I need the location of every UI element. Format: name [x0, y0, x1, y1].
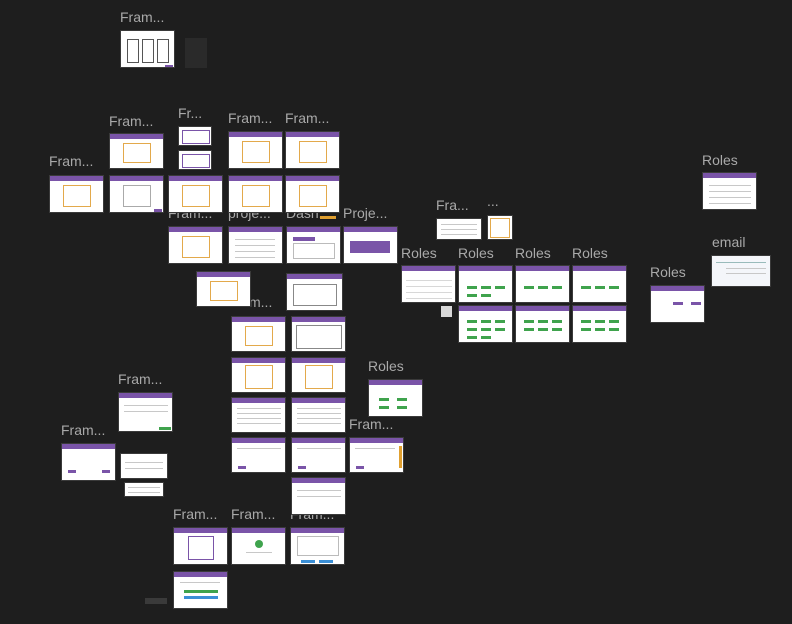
- frame-label[interactable]: Roles: [702, 152, 738, 168]
- frame-thumbnail[interactable]: [702, 172, 757, 210]
- frame-thumbnail[interactable]: [349, 437, 404, 473]
- frame-thumbnail[interactable]: [228, 131, 283, 169]
- frame-thumbnail[interactable]: [291, 357, 346, 393]
- frame-thumbnail[interactable]: [515, 265, 570, 303]
- frame-thumbnail[interactable]: [173, 527, 228, 565]
- frame-label[interactable]: Roles: [458, 245, 494, 261]
- frame-thumbnail[interactable]: [515, 305, 570, 343]
- frame-thumbnail[interactable]: [228, 175, 283, 213]
- frame-thumbnail[interactable]: [109, 175, 164, 213]
- frame-label[interactable]: Roles: [650, 264, 686, 280]
- frame-label[interactable]: Fram...: [349, 416, 393, 432]
- design-canvas[interactable]: Fram... Fram... Fr... Fram... Fram... Fr…: [0, 0, 792, 624]
- frame-thumbnail[interactable]: [178, 126, 212, 146]
- frame-thumbnail[interactable]: [120, 453, 168, 479]
- selection-marker: [320, 216, 336, 219]
- frame-label[interactable]: Roles: [515, 245, 551, 261]
- frame-thumbnail[interactable]: [109, 133, 164, 169]
- frame-thumbnail[interactable]: [572, 305, 627, 343]
- frame-label[interactable]: Fram...: [109, 113, 153, 129]
- frame-thumbnail[interactable]: [343, 226, 398, 264]
- frame-label[interactable]: ...: [487, 193, 499, 209]
- frame-thumbnail[interactable]: [231, 527, 286, 565]
- caption-text: [145, 598, 167, 604]
- frame-thumbnail[interactable]: [231, 437, 286, 473]
- frame-thumbnail[interactable]: [231, 316, 286, 352]
- frame-thumbnail[interactable]: [368, 379, 423, 417]
- frame-label[interactable]: Fram...: [231, 506, 275, 522]
- frame-label[interactable]: email: [712, 234, 745, 250]
- frame-thumbnail[interactable]: [458, 265, 513, 303]
- frame-thumbnail[interactable]: [231, 397, 286, 433]
- frame-thumbnail[interactable]: [124, 482, 164, 497]
- frame-label[interactable]: Roles: [368, 358, 404, 374]
- frame-thumbnail[interactable]: [196, 271, 251, 307]
- frame-thumbnail[interactable]: [168, 175, 223, 213]
- frame-thumbnail[interactable]: [168, 226, 223, 264]
- frame-label[interactable]: Fram...: [173, 506, 217, 522]
- frame-thumbnail[interactable]: [291, 316, 346, 352]
- frame-thumbnail[interactable]: [650, 285, 705, 323]
- frame-thumbnail[interactable]: [231, 357, 286, 393]
- frame-label[interactable]: Fra...: [436, 197, 469, 213]
- frame-thumbnail[interactable]: [178, 150, 212, 170]
- frame-label[interactable]: Fram...: [61, 422, 105, 438]
- frame-thumbnail[interactable]: [285, 175, 340, 213]
- frame-label[interactable]: Fram...: [228, 110, 272, 126]
- frame-label[interactable]: Fram...: [118, 371, 162, 387]
- frame-thumbnail[interactable]: [118, 392, 173, 432]
- frame-label[interactable]: Roles: [401, 245, 437, 261]
- frame-thumbnail[interactable]: [401, 265, 456, 303]
- frame-label[interactable]: Fram...: [285, 110, 329, 126]
- placeholder-square: [441, 306, 452, 317]
- icon-grid: [185, 38, 207, 68]
- frame-thumbnail[interactable]: [291, 397, 346, 433]
- frame-label[interactable]: Fram...: [120, 9, 164, 25]
- frame-thumbnail[interactable]: [487, 215, 513, 240]
- frame-thumbnail[interactable]: [436, 218, 482, 240]
- frame-label[interactable]: Proje...: [343, 205, 387, 221]
- frame-thumbnail[interactable]: [291, 477, 346, 515]
- frame-thumbnail[interactable]: [120, 30, 175, 68]
- frame-thumbnail[interactable]: [286, 273, 343, 311]
- frame-thumbnail[interactable]: [291, 437, 346, 473]
- frame-thumbnail[interactable]: [286, 226, 341, 264]
- frame-label[interactable]: Roles: [572, 245, 608, 261]
- frame-label[interactable]: Fr...: [178, 105, 202, 121]
- frame-thumbnail[interactable]: [49, 175, 104, 213]
- frame-thumbnail[interactable]: [711, 255, 771, 287]
- frame-label[interactable]: Fram...: [49, 153, 93, 169]
- frame-thumbnail[interactable]: [290, 527, 345, 565]
- frame-thumbnail[interactable]: [458, 305, 513, 343]
- frame-thumbnail[interactable]: [61, 443, 116, 481]
- frame-thumbnail[interactable]: [285, 131, 340, 169]
- frame-thumbnail[interactable]: [173, 571, 228, 609]
- frame-thumbnail[interactable]: [572, 265, 627, 303]
- frame-thumbnail[interactable]: [228, 226, 283, 264]
